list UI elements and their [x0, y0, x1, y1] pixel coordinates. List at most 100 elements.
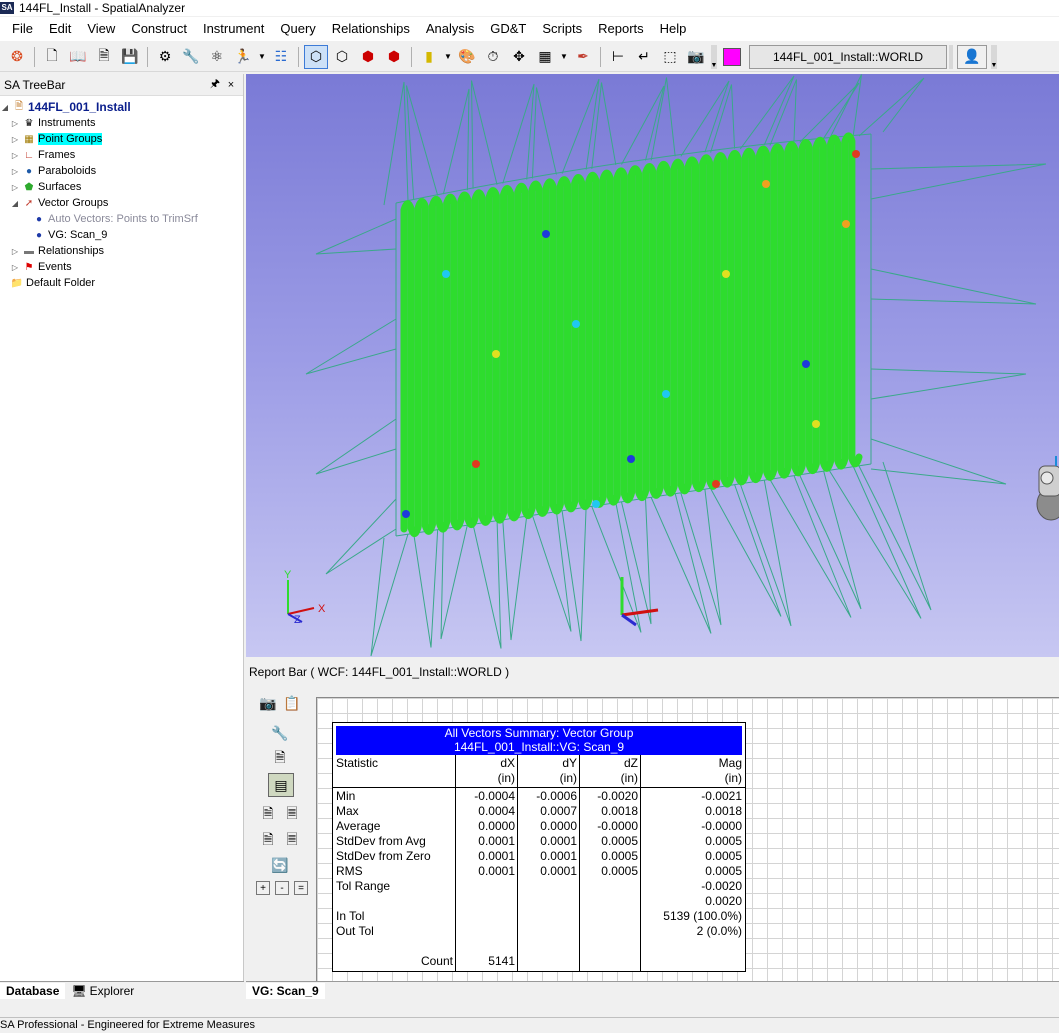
tab-vg-scan[interactable]: VG: Scan_9	[246, 983, 325, 999]
new-file-icon[interactable]: 🗋	[41, 46, 63, 68]
tree-item-events[interactable]: ▷ ⚑ Events	[0, 259, 243, 275]
expand-arrow-icon[interactable]: ▷	[10, 247, 20, 256]
stat-value-dx: 0.0001	[478, 834, 515, 848]
highlight-icon[interactable]: ▮	[418, 46, 440, 68]
open-file-icon[interactable]: 📖	[67, 46, 89, 68]
timer-icon[interactable]: ⏱	[482, 46, 504, 68]
report-view-icon[interactable]: ▤	[268, 773, 294, 797]
collapse-arrow-icon[interactable]: ◢	[0, 103, 10, 112]
frame-axes-icon[interactable]: ⊢	[607, 46, 629, 68]
view-solid-icon[interactable]: ⬢	[357, 46, 379, 68]
view-shaded-icon[interactable]: ⬢	[383, 46, 405, 68]
multi-report-icon[interactable]: 🗏	[282, 805, 302, 825]
menu-analysis[interactable]: Analysis	[418, 17, 482, 41]
selection-box-icon[interactable]: ⬚	[659, 46, 681, 68]
move-icon[interactable]: ✥	[508, 46, 530, 68]
menu-query[interactable]: Query	[272, 17, 323, 41]
zoom-in-icon[interactable]: +	[256, 881, 270, 895]
tree-item-relationships[interactable]: ▷ ▬ Relationships	[0, 243, 243, 259]
tree-item-instruments[interactable]: ▷ ♛ Instruments	[0, 115, 243, 131]
pin-icon[interactable]: 🖈	[207, 75, 223, 94]
deviation-point	[572, 320, 580, 328]
dropdown-arrow-icon[interactable]: ▼	[560, 46, 568, 68]
menu-reports[interactable]: Reports	[590, 17, 652, 41]
pen-icon[interactable]: ✒	[572, 46, 594, 68]
expand-arrow-icon[interactable]: ▷	[10, 183, 20, 192]
wire-spike	[325, 498, 397, 575]
new-multi-report-icon[interactable]: 🗏	[282, 831, 302, 851]
active-frame-button[interactable]: 144FL_001_Install::WORLD	[749, 44, 947, 69]
menu-file[interactable]: File	[4, 17, 41, 41]
expand-arrow-icon[interactable]: ▷	[10, 263, 20, 272]
view-wireframe-icon[interactable]: ⬡	[304, 44, 328, 69]
instrument-add-icon[interactable]: ⚛	[206, 46, 228, 68]
expand-arrow-icon[interactable]: ▷	[10, 119, 20, 128]
report-canvas[interactable]: All Vectors Summary: Vector Group 144FL_…	[316, 697, 1059, 997]
menu-view[interactable]: View	[79, 17, 123, 41]
user-profile-icon[interactable]: 👤	[957, 44, 987, 69]
graphics-viewport[interactable]: Y X Z	[246, 74, 1059, 657]
selection-options-icon[interactable]: ▦	[534, 46, 556, 68]
report-settings-icon[interactable]: 🔧	[270, 723, 290, 743]
tree-item-default-folder[interactable]: 📁 Default Folder	[0, 275, 243, 291]
menu-gdt[interactable]: GD&T	[482, 17, 534, 41]
tab-explorer[interactable]: 🖥 Explorer	[65, 983, 140, 999]
copy-icon[interactable]: 📋	[282, 693, 302, 713]
tree-item-frames[interactable]: ▷ ∟ Frames	[0, 147, 243, 163]
open-template-icon[interactable]: 🗎	[93, 46, 115, 68]
toolbar-grip[interactable]: ▼	[711, 44, 717, 69]
scene-canvas[interactable]: Y X Z	[246, 74, 1059, 657]
tree-item-surfaces[interactable]: ▷ ⬟ Surfaces	[0, 179, 243, 195]
add-report-icon[interactable]: 🗎	[258, 805, 278, 825]
menu-relationships[interactable]: Relationships	[324, 17, 418, 41]
tree-root[interactable]: ◢ 🗎 144FL_001_Install	[0, 99, 243, 115]
deviation-point	[762, 180, 770, 188]
menu-help[interactable]: Help	[652, 17, 695, 41]
view-outline-icon[interactable]: ⬡	[331, 46, 353, 68]
zoom-fit-icon[interactable]: =	[294, 881, 308, 895]
window-return-icon[interactable]: ↵	[633, 46, 655, 68]
export-report-icon[interactable]: 🗎	[258, 831, 278, 851]
window-title: 144FL_Install - SpatialAnalyzer	[19, 1, 186, 15]
deviation-point	[627, 455, 635, 463]
expand-arrow-icon[interactable]: ▷	[10, 151, 20, 160]
wire-spike	[561, 506, 587, 642]
menu-instrument[interactable]: Instrument	[195, 17, 272, 41]
tab-database[interactable]: Database	[0, 983, 66, 999]
settings-gear-icon[interactable]: ⚙	[154, 46, 176, 68]
close-icon[interactable]: ×	[223, 79, 239, 91]
camera-icon[interactable]: 📷	[258, 693, 278, 713]
hierarchy-icon[interactable]: ☷	[270, 46, 292, 68]
toolbar-grip[interactable]: ▼	[991, 44, 997, 69]
toolbar-grip[interactable]	[949, 44, 953, 69]
menu-bar: File Edit View Construct Instrument Quer…	[0, 17, 1059, 41]
coordinate-triad: Y X Z	[284, 569, 326, 626]
tree-item-auto-vectors[interactable]: ● Auto Vectors: Points to TrimSrf	[0, 211, 243, 227]
dropdown-arrow-icon[interactable]: ▼	[258, 46, 266, 68]
expand-arrow-icon[interactable]: ▷	[10, 167, 20, 176]
zoom-out-icon[interactable]: -	[275, 881, 289, 895]
tol-range-high: 0.0020	[705, 894, 742, 908]
palette-icon[interactable]: 🎨	[456, 46, 478, 68]
menu-edit[interactable]: Edit	[41, 17, 79, 41]
wire-spike	[406, 85, 439, 200]
check-document-icon[interactable]: 🗎	[270, 749, 290, 769]
collapse-arrow-icon[interactable]: ◢	[10, 199, 20, 208]
lifebuoy-icon[interactable]: ❂	[6, 46, 28, 68]
refresh-icon[interactable]: 🔄	[270, 855, 290, 875]
menu-scripts[interactable]: Scripts	[534, 17, 590, 41]
dropdown-arrow-icon[interactable]: ▼	[444, 46, 452, 68]
tree-item-paraboloids[interactable]: ▷ ● Paraboloids	[0, 163, 243, 179]
run-figure-icon[interactable]: 🏃	[232, 46, 254, 68]
menu-construct[interactable]: Construct	[123, 17, 195, 41]
color-swatch[interactable]	[723, 47, 741, 66]
camera-icon[interactable]: 📷	[685, 46, 707, 68]
expand-arrow-icon[interactable]: ▷	[10, 135, 20, 144]
tree-item-point-groups[interactable]: ▷ ▦ Point Groups	[0, 131, 243, 147]
save-icon[interactable]: 💾	[119, 46, 141, 68]
tree-item-vg-scan[interactable]: ● VG: Scan_9	[0, 227, 243, 243]
stat-value-mag: -0.0000	[701, 819, 742, 833]
wrench-icon[interactable]: 🔧	[180, 46, 202, 68]
tree-item-vector-groups[interactable]: ◢ ➚ Vector Groups	[0, 195, 243, 211]
wire-spike	[710, 484, 782, 617]
